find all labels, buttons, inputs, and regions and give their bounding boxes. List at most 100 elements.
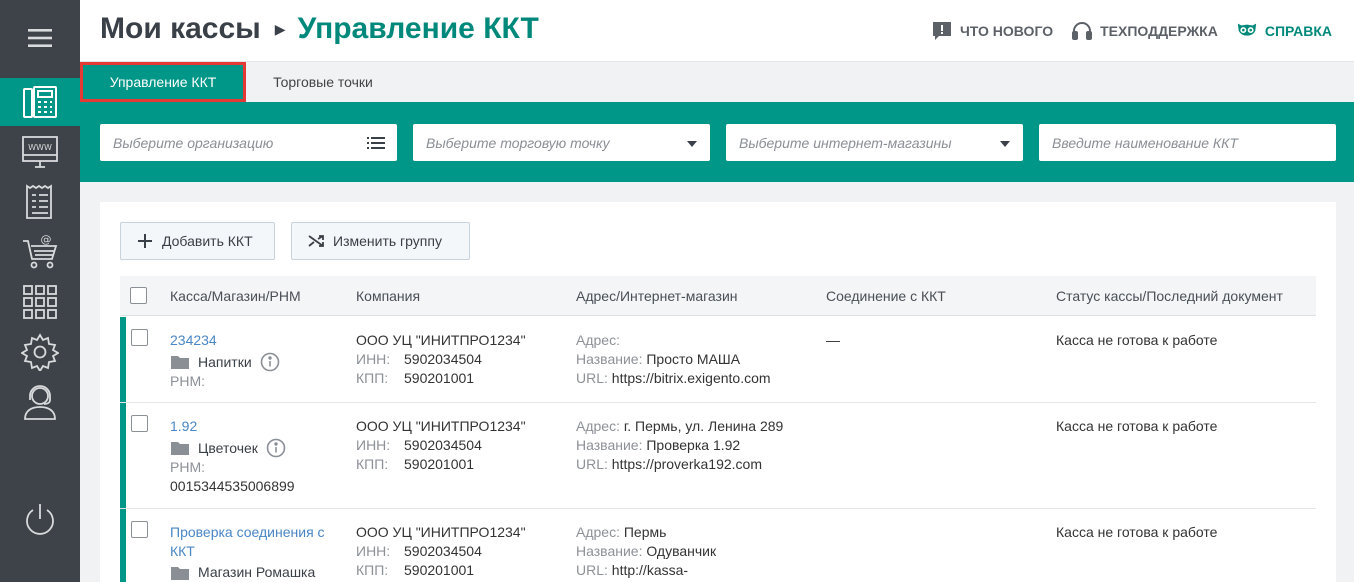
add-kkt-button[interactable]: Добавить ККТ xyxy=(120,222,275,260)
rnm-label: РНМ: xyxy=(170,373,205,389)
shop-name: Магазин Ромашка xyxy=(198,564,316,580)
rnm-value: 0015344535006899 xyxy=(170,478,295,494)
tab-trade-points[interactable]: Торговые точки xyxy=(268,62,378,102)
company-cell: ООО УЦ "ИНИТПРО1234" ИНН: 5902034504 КПП:… xyxy=(356,523,556,580)
url-label: URL: xyxy=(576,370,608,386)
sidebar-item-web[interactable]: WWW xyxy=(0,128,80,176)
address-label: Адрес: xyxy=(576,524,620,540)
gear-icon xyxy=(21,333,59,371)
support-link[interactable]: ТЕХПОДДЕРЖКА xyxy=(1071,20,1218,42)
company-name: ООО УЦ "ИНИТПРО1234" xyxy=(356,418,526,434)
shop-name-value: Проверка 1.92 xyxy=(646,437,741,453)
sidebar: WWW @ xyxy=(0,0,80,582)
status-cell: Касса не готова к работе xyxy=(1056,418,1218,434)
online-shops-select[interactable]: Выберите интернет-магазины xyxy=(726,124,1023,161)
change-group-button[interactable]: Изменить группу xyxy=(291,222,470,260)
shop-line: Цветочек xyxy=(170,438,340,458)
sidebar-item-receipts[interactable] xyxy=(0,178,80,226)
row-accent xyxy=(120,403,126,508)
row-checkbox[interactable] xyxy=(131,415,148,432)
kkt-name-input[interactable]: Введите наименование ККТ xyxy=(1039,124,1336,161)
url-value: http://kassa- xyxy=(611,562,689,578)
select-all-checkbox[interactable] xyxy=(130,287,147,304)
page-header: Мои кассы ▶ Управление ККТ ЧТО НОВОГО ТЕ… xyxy=(80,0,1354,62)
filter-bar: Выберите организацию Выберите торговую т… xyxy=(80,102,1354,182)
help-link[interactable]: СПРАВКА xyxy=(1236,20,1332,42)
whats-new-link[interactable]: ЧТО НОВОГО xyxy=(931,20,1053,42)
kpp-label: КПП: xyxy=(356,456,389,472)
table-header: Касса/Магазин/РНМ Компания Адрес/Интерне… xyxy=(120,276,1316,316)
sidebar-item-kkt[interactable] xyxy=(0,78,80,126)
sidebar-item-settings[interactable] xyxy=(0,328,80,376)
kpp-value: 590201001 xyxy=(404,562,475,578)
col-connection[interactable]: Соединение с ККТ xyxy=(826,288,946,304)
inn-value: 5902034504 xyxy=(404,543,482,559)
news-bubble-icon xyxy=(932,22,951,40)
col-company[interactable]: Компания xyxy=(356,288,420,304)
organization-filter[interactable]: Выберите организацию xyxy=(100,124,397,161)
kkt-link[interactable]: 234234 xyxy=(170,331,340,350)
svg-text:WWW: WWW xyxy=(28,143,52,152)
shop-line: Магазин Ромашка xyxy=(170,563,340,582)
headset-icon xyxy=(1072,22,1093,40)
breadcrumb: Мои кассы ▶ Управление ККТ xyxy=(100,12,539,46)
sidebar-item-support[interactable] xyxy=(0,378,80,426)
connection-cell: — xyxy=(826,332,840,348)
breadcrumb-root[interactable]: Мои кассы xyxy=(100,12,261,46)
change-group-label: Изменить группу xyxy=(333,233,442,249)
address-label: Адрес: xyxy=(576,418,620,434)
sidebar-item-grid[interactable] xyxy=(0,278,80,326)
grid-icon xyxy=(23,285,57,319)
header-links: ЧТО НОВОГО ТЕХПОДДЕРЖКА СПРАВКА xyxy=(931,20,1332,42)
col-kkt[interactable]: Касса/Магазин/РНМ xyxy=(170,288,301,304)
address-cell: Адрес: Пермь Название: Одуванчик URL: ht… xyxy=(576,523,816,580)
sidebar-item-eshop[interactable]: @ xyxy=(0,228,80,276)
folder-icon xyxy=(171,356,189,369)
owl-icon xyxy=(1237,23,1257,36)
help-label: СПРАВКА xyxy=(1264,23,1332,39)
cart-at-icon: @ xyxy=(23,233,58,269)
col-status[interactable]: Статус кассы/Последний документ xyxy=(1056,288,1283,304)
logout-button[interactable] xyxy=(0,496,80,544)
trade-point-select[interactable]: Выберите торговую точку xyxy=(413,124,710,161)
table-row[interactable]: 234234 Напитки РНМ: ООО УЦ "ИНИТПРО1234"… xyxy=(120,317,1316,403)
url-value: https://proverka192.com xyxy=(611,456,762,472)
kkt-list-card: Добавить ККТ Изменить группу Касса/Магаз… xyxy=(100,202,1336,582)
table-row[interactable]: 1.92 Цветочек РНМ: 0015344535006899 ООО … xyxy=(120,403,1316,509)
cash-register-icon xyxy=(23,86,57,118)
row-checkbox[interactable] xyxy=(131,521,148,538)
page-title: Управление ККТ xyxy=(297,12,539,45)
address-cell: Адрес: г. Пермь, ул. Ленина 289 Название… xyxy=(576,417,816,474)
tab-bar: Управление ККТ Торговые точки xyxy=(80,62,1354,102)
kkt-link[interactable]: 1.92 xyxy=(170,417,340,436)
col-address[interactable]: Адрес/Интернет-магазин xyxy=(576,288,738,304)
kkt-link[interactable]: Проверка соединения с ККТ xyxy=(170,523,340,561)
info-icon[interactable] xyxy=(260,352,280,372)
row-accent xyxy=(120,317,126,402)
url-label: URL: xyxy=(576,456,608,472)
row-checkbox[interactable] xyxy=(131,329,148,346)
kpp-label: КПП: xyxy=(356,562,389,578)
company-name: ООО УЦ "ИНИТПРО1234" xyxy=(356,332,526,348)
rnm-label: РНМ: xyxy=(170,459,205,475)
tab-kkt-management[interactable]: Управление ККТ xyxy=(80,62,246,102)
folder-icon xyxy=(171,566,189,580)
breadcrumb-separator-icon: ▶ xyxy=(274,20,286,37)
address-value: г. Пермь, ул. Ленина 289 xyxy=(623,418,784,434)
shuffle-icon xyxy=(308,235,324,247)
kpp-value: 590201001 xyxy=(404,370,475,386)
hamburger-icon xyxy=(28,29,52,47)
address-label: Адрес: xyxy=(576,332,620,348)
shop-name-label: Название: xyxy=(576,437,643,453)
chevron-down-icon xyxy=(687,141,697,147)
shop-name: Напитки xyxy=(198,353,252,370)
table-row[interactable]: Проверка соединения с ККТ Магазин Ромашк… xyxy=(120,509,1316,582)
svg-text:@: @ xyxy=(41,233,52,246)
address-cell: Адрес: Название: Просто МАША URL: https:… xyxy=(576,331,816,388)
operator-icon xyxy=(24,385,56,420)
inn-label: ИНН: xyxy=(356,351,391,367)
info-icon[interactable] xyxy=(266,438,286,458)
kkt-cell: 1.92 Цветочек РНМ: 0015344535006899 xyxy=(170,417,340,496)
monitor-www-icon: WWW xyxy=(22,136,58,168)
menu-button[interactable] xyxy=(0,14,80,62)
